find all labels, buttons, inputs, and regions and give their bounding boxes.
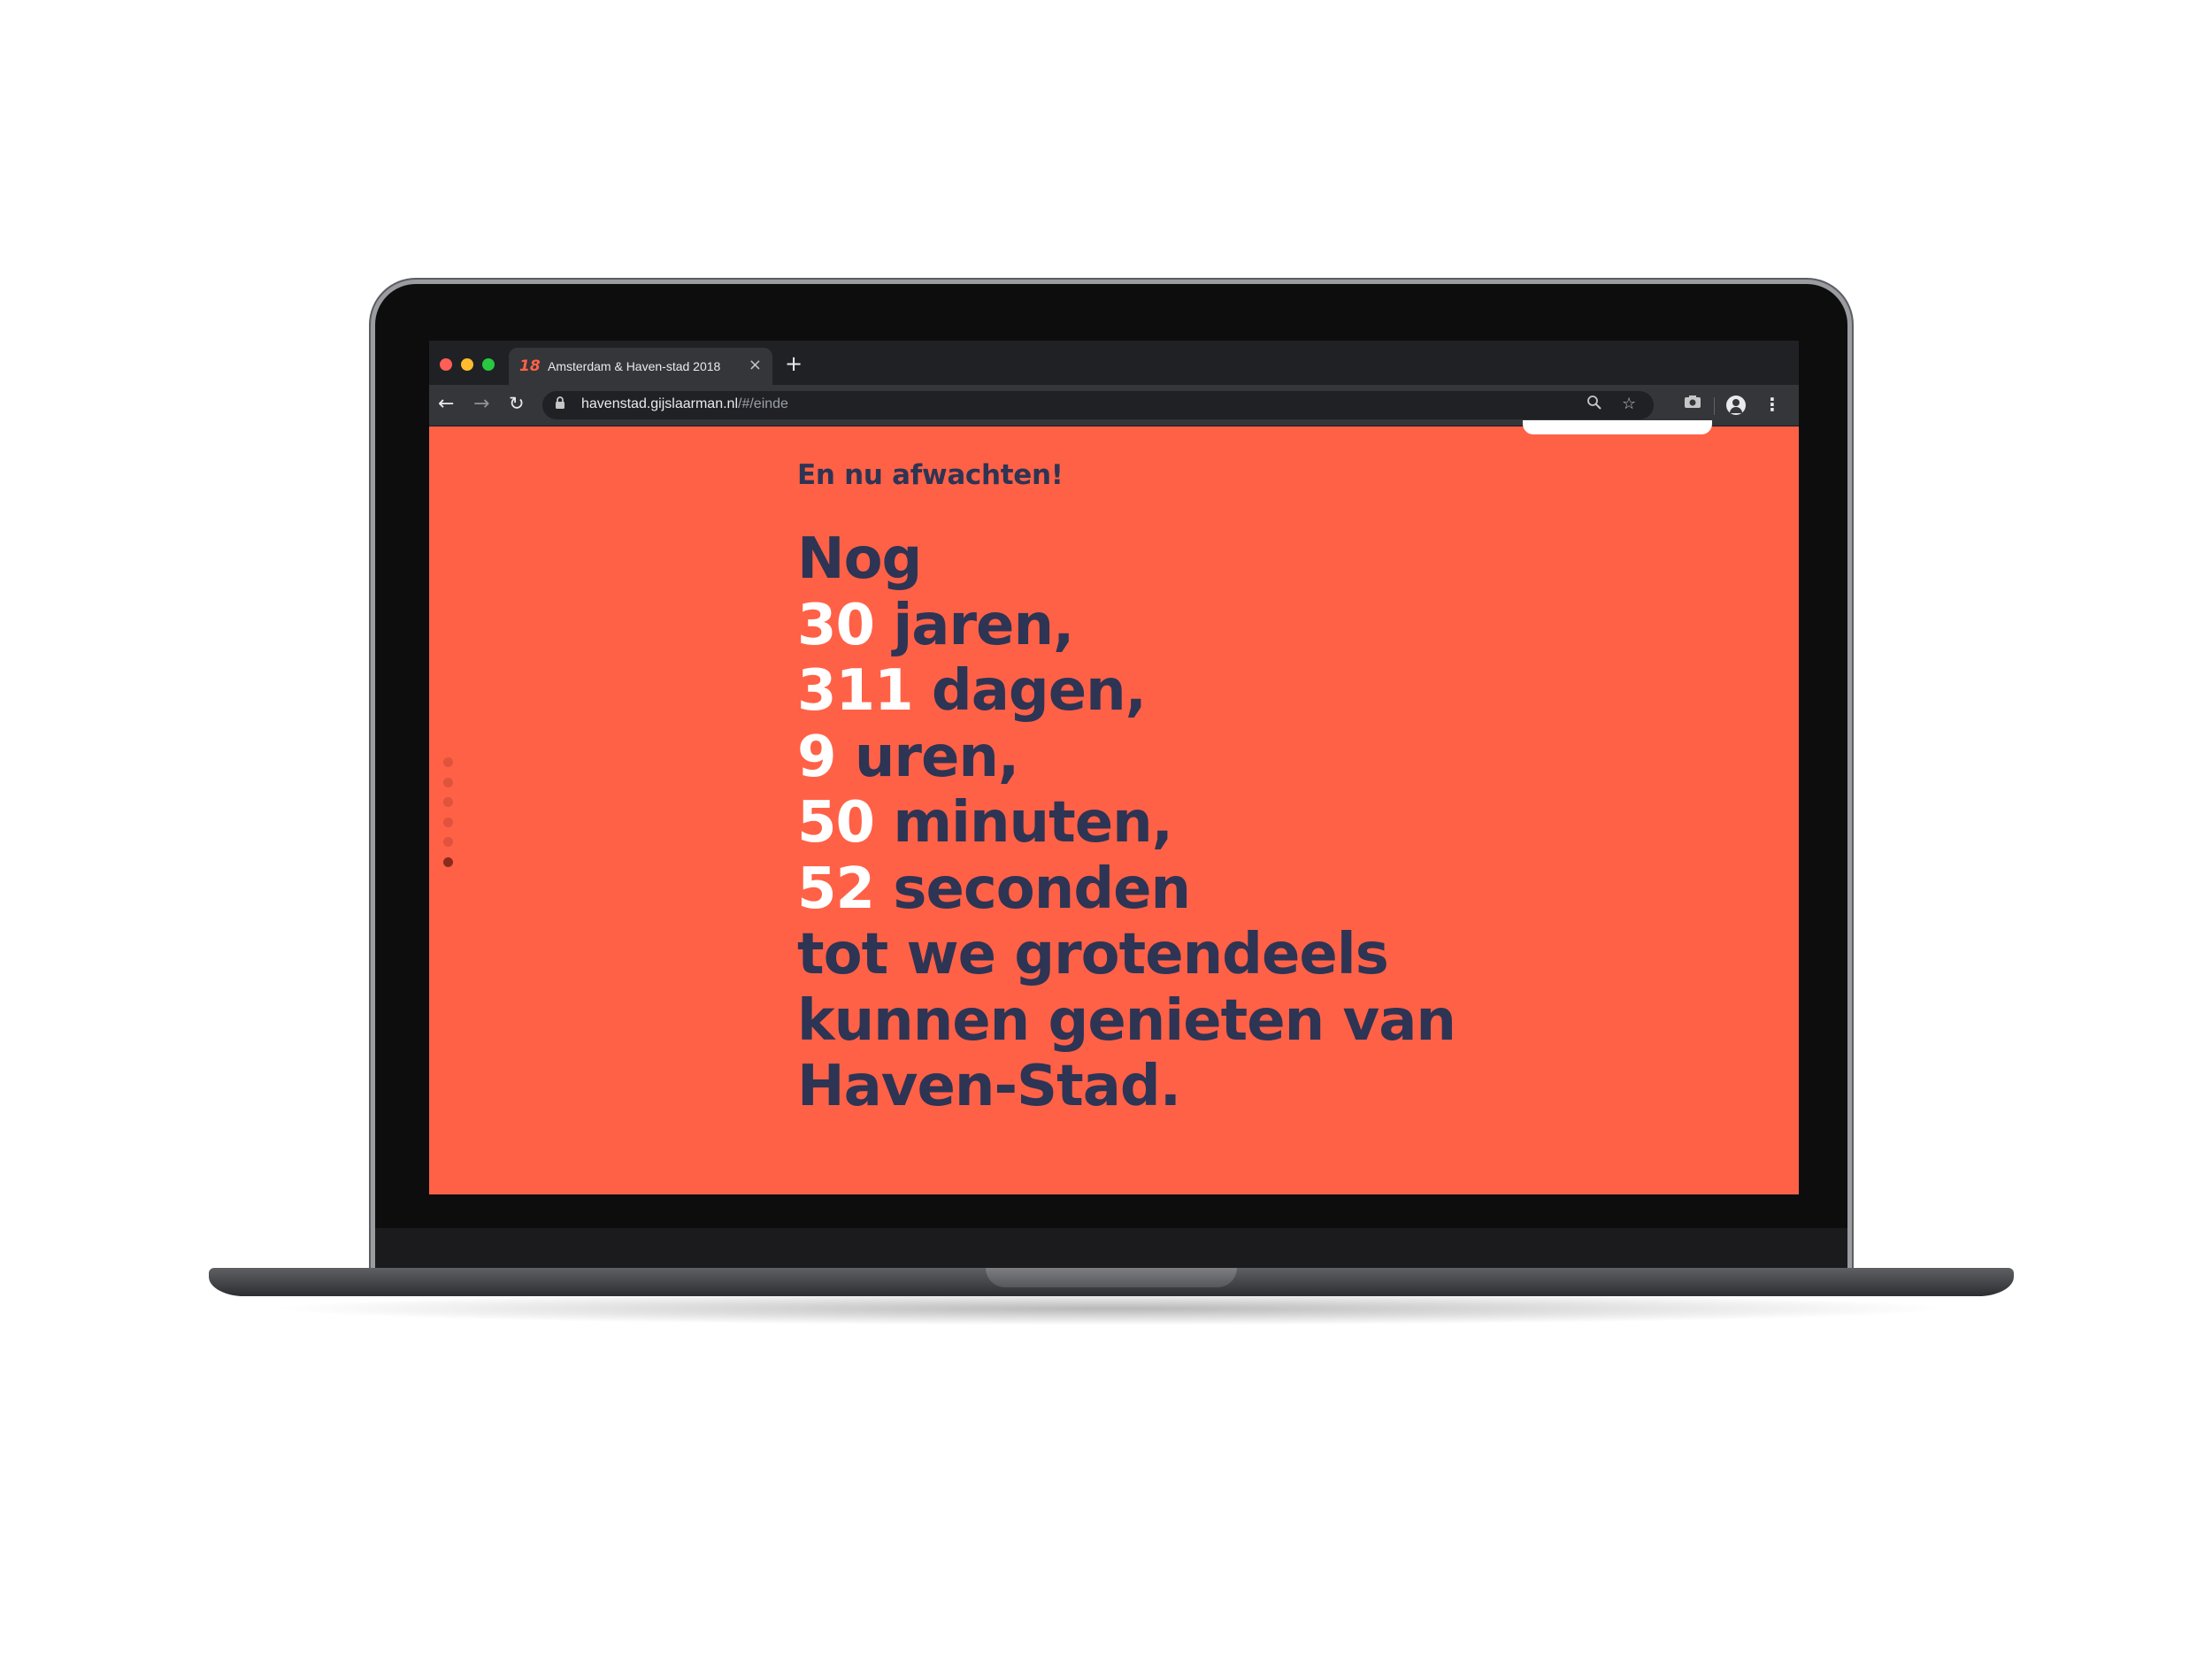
menu-icon[interactable]: ⋮ xyxy=(1763,394,1781,415)
favicon-icon: 18 xyxy=(519,357,541,375)
laptop-shadow xyxy=(265,1292,1955,1325)
countdown-line-days: 311 dagen, xyxy=(797,658,1455,725)
countdown-unit: minuten, xyxy=(893,790,1173,856)
countdown-unit: uren, xyxy=(854,724,1019,790)
closing-line: tot we grotendeels xyxy=(797,922,1389,987)
reload-icon[interactable]: ↻ xyxy=(509,393,525,414)
closing-line: kunnen genieten van xyxy=(797,987,1456,1054)
back-arrow-icon[interactable]: ← xyxy=(438,393,454,415)
countdown-unit: seconden xyxy=(893,856,1191,922)
tab-active[interactable]: 18 Amsterdam & Haven-stad 2018 × xyxy=(509,348,772,385)
floating-button[interactable] xyxy=(1523,420,1712,434)
countdown-line-years: 30 jaren, xyxy=(797,593,1455,659)
toolbar-divider xyxy=(1714,397,1715,415)
address-bar[interactable]: havenstad.gijslaarman.nl/#/einde ☆ xyxy=(542,391,1654,419)
bookmark-star-icon[interactable]: ☆ xyxy=(1622,395,1636,413)
url-text: havenstad.gijslaarman.nl/#/einde xyxy=(581,396,788,412)
countdown-value: 9 xyxy=(797,724,837,790)
section-pager xyxy=(443,757,454,877)
camera-icon[interactable] xyxy=(1684,395,1701,413)
pager-dot[interactable] xyxy=(443,757,453,767)
countdown-value: 311 xyxy=(797,658,914,724)
zoom-icon[interactable] xyxy=(1586,395,1602,415)
tab-title: Amsterdam & Haven-stad 2018 xyxy=(548,359,721,373)
pager-dot[interactable] xyxy=(443,817,453,827)
lock-icon xyxy=(555,396,565,413)
countdown-value: 50 xyxy=(797,790,875,856)
tab-close-icon[interactable]: × xyxy=(749,356,762,374)
url-host: havenstad.gijslaarman.nl xyxy=(581,396,738,411)
countdown-line-hours: 9 uren, xyxy=(797,725,1455,791)
laptop-opening-notch xyxy=(986,1268,1237,1287)
tab-bar: 18 Amsterdam & Haven-stad 2018 × + xyxy=(429,341,1799,385)
countdown-line-seconds: 52 seconden xyxy=(797,856,1455,923)
countdown-text: Nog 30 jaren, 311 dagen, 9 uren, 50 minu… xyxy=(797,526,1456,1120)
countdown-section: En nu afwachten! Nog 30 jaren, 311 dagen… xyxy=(797,456,1456,1120)
pager-dot[interactable] xyxy=(443,797,453,807)
closing-line: Haven-Stad. xyxy=(797,1054,1181,1119)
close-window-button[interactable] xyxy=(440,358,452,371)
url-path: /#/einde xyxy=(738,396,788,411)
countdown-value: 30 xyxy=(797,592,875,658)
pager-dot[interactable] xyxy=(443,777,453,787)
new-tab-button[interactable]: + xyxy=(785,351,803,376)
countdown-intro: Nog xyxy=(797,526,922,592)
countdown-unit: jaren, xyxy=(893,592,1074,658)
maximize-window-button[interactable] xyxy=(482,358,495,371)
countdown-line-minutes: 50 minuten, xyxy=(797,790,1455,856)
account-icon[interactable] xyxy=(1726,395,1746,415)
pager-dot-active[interactable] xyxy=(443,856,453,867)
countdown-value: 52 xyxy=(797,856,875,922)
countdown-unit: dagen, xyxy=(931,658,1147,724)
browser-window: 18 Amsterdam & Haven-stad 2018 × + ← → ↻… xyxy=(429,341,1799,1194)
forward-arrow-icon[interactable]: → xyxy=(473,393,489,415)
section-kicker: En nu afwachten! xyxy=(797,459,1064,491)
minimize-window-button[interactable] xyxy=(461,358,473,371)
pager-dot[interactable] xyxy=(443,837,453,847)
